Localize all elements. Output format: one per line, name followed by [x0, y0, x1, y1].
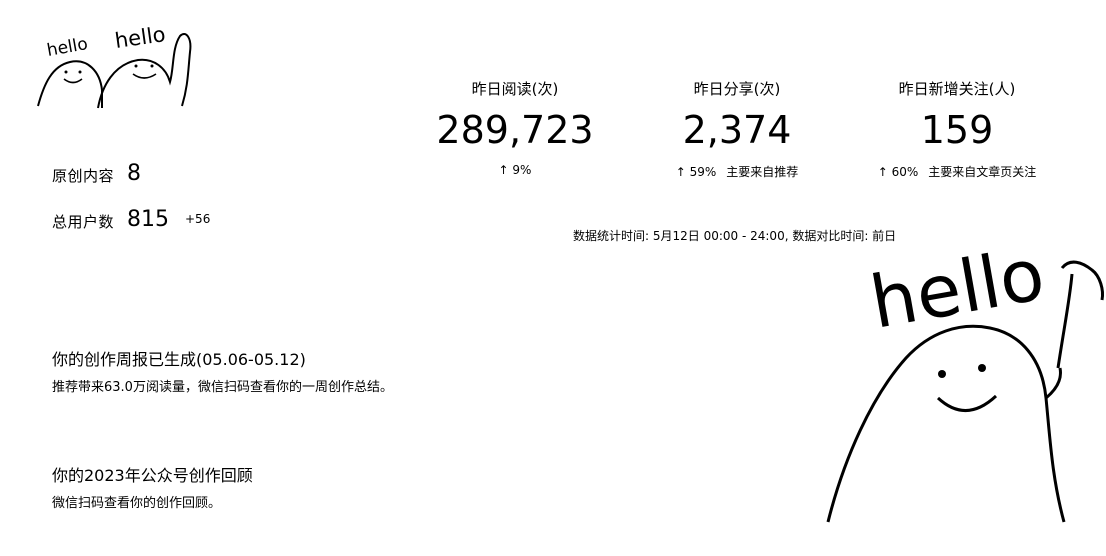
stat-change: ↑ 60%	[877, 165, 919, 179]
stat-value: 289,723	[436, 108, 594, 152]
report-desc: 微信扫码查看你的创作回顾。	[52, 496, 222, 511]
report-title: 你的2023年公众号创作回顾	[52, 466, 253, 485]
stat-label: 昨日新增关注(人)	[898, 80, 1016, 98]
original-content-value: 8	[127, 161, 141, 186]
total-users-delta: +56	[185, 212, 211, 226]
stat-yesterday-shares: 昨日分享(次) 2,374 ↑ 59% 主要来自推荐	[617, 78, 857, 180]
report-desc: 推荐带来63.0万阅读量，微信扫码查看你的一周创作总结。	[52, 380, 393, 395]
hello-sticker-small: hello hello	[37, 24, 192, 109]
stat-change-row: ↑ 9%	[395, 163, 635, 177]
stat-change: ↑ 59%	[675, 165, 717, 179]
stat-note: 主要来自文章页关注	[928, 165, 1037, 179]
stat-yesterday-reads: 昨日阅读(次) 289,723 ↑ 9%	[395, 78, 635, 177]
weekly-report-card[interactable]: 你的创作周报已生成(05.06-05.12) 推荐带来63.0万阅读量，微信扫码…	[52, 346, 393, 395]
total-users-label: 总用户数	[52, 213, 115, 231]
original-content-label: 原创内容	[52, 167, 115, 185]
stat-note: 主要来自推荐	[726, 165, 799, 179]
hello-sticker-large: hello	[826, 232, 1104, 523]
stat-yesterday-new-follows: 昨日新增关注(人) 159 ↑ 60% 主要来自文章页关注	[837, 78, 1077, 180]
stat-label: 昨日分享(次)	[693, 80, 781, 98]
hello-text-left: hello	[45, 34, 89, 61]
stat-value: 159	[920, 108, 994, 152]
stat-label: 昨日阅读(次)	[471, 80, 559, 98]
stat-change-row: ↑ 60% 主要来自文章页关注	[837, 163, 1077, 180]
report-title: 你的创作周报已生成(05.06-05.12)	[52, 350, 306, 369]
stat-change: ↑ 9%	[498, 163, 532, 177]
annual-review-card[interactable]: 你的2023年公众号创作回顾 微信扫码查看你的创作回顾。	[52, 462, 253, 511]
total-users-value: 815	[127, 207, 169, 232]
hello-text-right: hello	[113, 24, 167, 53]
stat-value: 2,374	[682, 108, 792, 152]
stat-change-row: ↑ 59% 主要来自推荐	[617, 163, 857, 180]
